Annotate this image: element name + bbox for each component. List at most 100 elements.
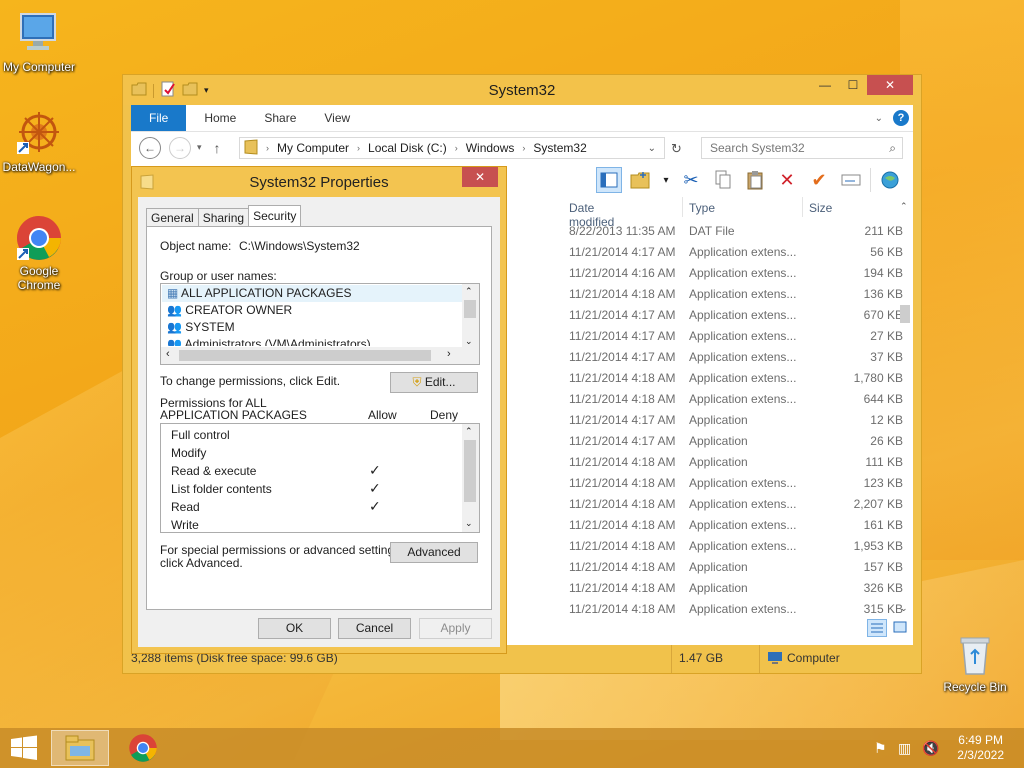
table-row[interactable]: 11/21/2014 4:18 AM Application 157 KB <box>561 558 903 579</box>
breadcrumb-system32[interactable]: System32 <box>533 141 586 155</box>
help-icon[interactable]: ? <box>893 110 909 126</box>
address-bar[interactable]: › My Computer › Local Disk (C:) › Window… <box>239 137 665 159</box>
scroll-thumb[interactable] <box>900 305 910 323</box>
column-divider[interactable] <box>682 197 683 217</box>
scroll-thumb[interactable] <box>179 350 431 361</box>
desktop-icon-my-computer[interactable]: My Computer <box>1 10 77 74</box>
explorer-titlebar[interactable]: ▾ System32 — ☐ ✕ <box>123 75 921 105</box>
table-row[interactable]: 11/21/2014 4:18 AM Application extens... 3… <box>561 600 903 621</box>
large-icons-view-icon[interactable] <box>891 619 911 637</box>
edit-button[interactable]: ⛨ Edit... <box>390 372 478 393</box>
breadcrumb-my-computer[interactable]: My Computer <box>277 141 349 155</box>
desktop-icon-recycle-bin[interactable]: Recycle Bin <box>937 630 1013 694</box>
list-item[interactable]: ▦ ALL APPLICATION PACKAGES <box>167 286 352 300</box>
table-row[interactable]: 11/21/2014 4:18 AM Application extens... 1… <box>561 537 903 558</box>
volume-muted-icon[interactable]: 🔇 <box>922 740 939 757</box>
cell-type: Application <box>689 581 748 595</box>
list-item[interactable]: 👥 SYSTEM <box>167 320 235 334</box>
dropdown-icon[interactable]: ▾ <box>660 167 672 193</box>
action-center-flag-icon[interactable]: ⚑ <box>874 740 887 757</box>
list-hscroll[interactable]: ‹ › <box>161 347 479 364</box>
group-list[interactable]: ▦ ALL APPLICATION PACKAGES 👥 CREATOR OWN… <box>160 283 480 365</box>
table-row[interactable]: 11/21/2014 4:17 AM Application extens... 3… <box>561 348 903 369</box>
column-type[interactable]: Type <box>689 201 715 215</box>
table-row[interactable]: 11/21/2014 4:18 AM Application extens... 6… <box>561 390 903 411</box>
table-row[interactable]: 11/21/2014 4:17 AM Application 12 KB <box>561 411 903 432</box>
address-dropdown-icon[interactable]: ⌄ <box>648 143 656 154</box>
table-row[interactable]: 11/21/2014 4:18 AM Application 111 KB <box>561 453 903 474</box>
list-vscroll[interactable]: ⌃ ⌄ <box>462 424 479 532</box>
desktop-icon-google-chrome[interactable]: Google Chrome <box>1 214 77 292</box>
breadcrumb-separator[interactable]: › <box>455 143 458 153</box>
list-vscroll[interactable]: ⌃ ⌄ <box>462 284 479 348</box>
details-view-icon[interactable] <box>867 619 887 637</box>
close-button[interactable]: ✕ <box>867 75 913 95</box>
table-row[interactable]: 11/21/2014 4:18 AM Application extens... 1… <box>561 474 903 495</box>
vertical-scrollbar[interactable]: ⌃ ⌄ <box>897 193 913 613</box>
clock[interactable]: 6:49 PM 2/3/2022 <box>957 733 1004 763</box>
table-row[interactable]: 11/21/2014 4:18 AM Application extens... 2… <box>561 495 903 516</box>
start-button[interactable] <box>0 730 48 766</box>
desktop-icon-datawagon[interactable]: DataWagon... <box>1 110 77 174</box>
checkmark-icon[interactable]: ✔ <box>806 167 832 193</box>
paste-icon[interactable] <box>742 167 768 193</box>
table-row[interactable]: 11/21/2014 4:17 AM Application extens... 5… <box>561 243 903 264</box>
tab-security[interactable]: Security <box>248 205 302 227</box>
breadcrumb-windows[interactable]: Windows <box>466 141 515 155</box>
scroll-thumb[interactable] <box>464 440 476 502</box>
scroll-up-icon[interactable]: ⌃ <box>900 201 908 212</box>
tab-general[interactable]: General <box>146 208 199 227</box>
advanced-button[interactable]: Advanced <box>390 542 478 563</box>
table-row[interactable]: 11/21/2014 4:17 AM Application extens... 6… <box>561 306 903 327</box>
tab-share[interactable]: Share <box>250 105 310 131</box>
copy-icon[interactable] <box>710 167 736 193</box>
column-size[interactable]: Size <box>809 201 832 215</box>
table-row[interactable]: 11/21/2014 4:18 AM Application extens... 1… <box>561 285 903 306</box>
list-item[interactable]: 👥 Administrators (VM\Administrators) <box>167 337 371 346</box>
new-folder-icon[interactable] <box>628 167 654 193</box>
table-row[interactable]: 11/21/2014 4:18 AM Application extens... 1… <box>561 516 903 537</box>
taskbar-chrome[interactable] <box>114 730 172 766</box>
tab-home[interactable]: Home <box>186 105 250 131</box>
cut-icon[interactable]: ✂ <box>678 167 704 193</box>
tab-sharing[interactable]: Sharing <box>197 208 250 227</box>
up-button[interactable]: ↑ <box>214 140 221 156</box>
apply-button[interactable]: Apply <box>419 618 492 639</box>
minimize-button[interactable]: — <box>811 75 839 95</box>
dialog-close-button[interactable]: ✕ <box>462 167 498 187</box>
back-button[interactable]: ← <box>139 136 161 159</box>
network-icon[interactable]: ▥ <box>898 740 911 757</box>
scroll-down-icon[interactable]: ⌄ <box>900 603 908 614</box>
tab-view[interactable]: View <box>310 105 364 131</box>
search-icon[interactable]: ⌕ <box>889 138 896 158</box>
refresh-icon[interactable]: ↻ <box>671 141 682 157</box>
table-row[interactable]: 11/21/2014 4:16 AM Application extens... 1… <box>561 264 903 285</box>
expand-ribbon-icon[interactable]: ⌄ <box>875 113 883 124</box>
search-input[interactable]: Search System32 ⌕ <box>701 137 903 159</box>
tab-file[interactable]: File <box>131 105 187 131</box>
list-item[interactable]: 👥 CREATOR OWNER <box>167 303 292 317</box>
table-row[interactable]: 11/21/2014 4:17 AM Application 26 KB <box>561 432 903 453</box>
preview-pane-icon[interactable] <box>596 167 622 193</box>
scroll-thumb[interactable] <box>464 300 476 318</box>
properties-dialog[interactable]: System32 Properties ✕ General Sharing Se… <box>131 166 507 654</box>
taskbar-file-explorer[interactable] <box>51 730 109 766</box>
breadcrumb-local-disk[interactable]: Local Disk (C:) <box>368 141 447 155</box>
table-row[interactable]: 8/22/2013 11:35 AM DAT File 211 KB <box>561 222 903 243</box>
recent-locations-icon[interactable]: ▾ <box>197 142 202 153</box>
forward-button[interactable]: → <box>169 136 191 159</box>
table-row[interactable]: 11/21/2014 4:17 AM Application extens... 2… <box>561 327 903 348</box>
table-row[interactable]: 11/21/2014 4:18 AM Application 326 KB <box>561 579 903 600</box>
globe-icon[interactable] <box>877 167 903 193</box>
column-divider[interactable] <box>802 197 803 217</box>
cancel-button[interactable]: Cancel <box>338 618 411 639</box>
breadcrumb-separator[interactable]: › <box>266 143 269 153</box>
breadcrumb-separator[interactable]: › <box>357 143 360 153</box>
delete-icon[interactable]: ✕ <box>774 167 800 193</box>
ok-button[interactable]: OK <box>258 618 331 639</box>
rename-icon[interactable] <box>838 167 864 193</box>
maximize-button[interactable]: ☐ <box>839 75 867 95</box>
breadcrumb-separator[interactable]: › <box>522 143 525 153</box>
permissions-list[interactable]: ⌃ ⌄ Full control Modify Read & execute ✓ Lis… <box>160 423 480 533</box>
table-row[interactable]: 11/21/2014 4:18 AM Application extens... 1… <box>561 369 903 390</box>
